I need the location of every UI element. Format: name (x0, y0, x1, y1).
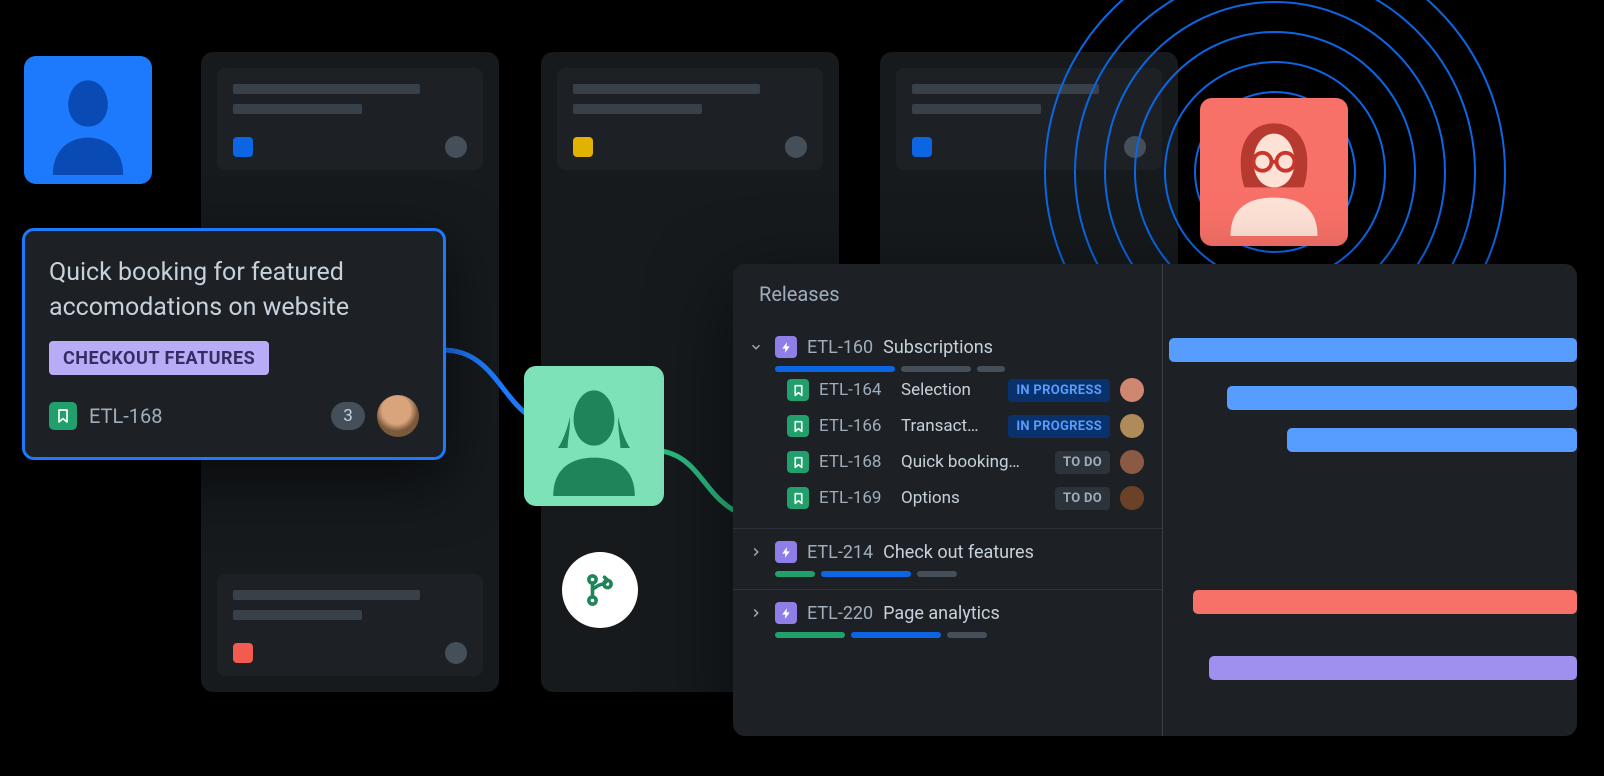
assignee-placeholder (785, 136, 807, 158)
issue-label[interactable]: CHECKOUT FEATURES (49, 341, 269, 375)
releases-panel: Releases ETL-160 Subscriptions ETL-164 Sele… (733, 264, 1577, 736)
assignee-avatar[interactable] (1120, 450, 1144, 474)
story-icon (787, 379, 809, 401)
issue-name: Quick booking… (901, 452, 1045, 472)
issue-key[interactable]: ETL-168 (89, 404, 163, 428)
epic-icon (775, 541, 797, 563)
epic-row[interactable]: ETL-160 Subscriptions ETL-164 Selection IN P… (733, 324, 1162, 528)
gantt-bar[interactable] (1287, 428, 1577, 452)
progress-bar (775, 571, 1144, 577)
assignee-avatar[interactable] (1120, 414, 1144, 438)
epic-name: Subscriptions (883, 337, 993, 358)
story-icon (787, 487, 809, 509)
gantt-bar[interactable] (1193, 590, 1577, 614)
gantt-chart[interactable] (1163, 264, 1577, 736)
gantt-bar[interactable] (1209, 656, 1577, 680)
avatar (524, 366, 664, 506)
avatar (24, 56, 152, 184)
issue-row[interactable]: ETL-166 Transact… IN PROGRESS (747, 408, 1144, 444)
issue-row[interactable]: ETL-164 Selection IN PROGRESS (747, 372, 1144, 408)
issue-name: Transact… (901, 416, 998, 436)
priority-chip (233, 643, 253, 663)
board-card[interactable] (217, 574, 483, 676)
chevron-down-icon[interactable] (747, 338, 765, 356)
chevron-right-icon[interactable] (747, 604, 765, 622)
assignee-placeholder (445, 642, 467, 664)
board-card[interactable] (557, 68, 823, 170)
epic-icon (775, 336, 797, 358)
issue-title: Quick booking for featured accomodations… (49, 255, 419, 325)
status-badge: TO DO (1055, 451, 1110, 474)
story-icon (787, 415, 809, 437)
gantt-bar[interactable] (1227, 386, 1577, 410)
git-icon (562, 552, 638, 628)
epic-key: ETL-220 (807, 603, 873, 624)
epic-key: ETL-214 (807, 542, 873, 563)
epic-icon (775, 602, 797, 624)
assignee-avatar[interactable] (377, 395, 419, 437)
epic-name: Check out features (883, 542, 1034, 563)
priority-chip (233, 137, 253, 157)
epic-row[interactable]: ETL-214 Check out features (733, 528, 1162, 589)
priority-chip (573, 137, 593, 157)
status-badge: TO DO (1055, 487, 1110, 510)
board-card[interactable] (217, 68, 483, 170)
releases-title: Releases (733, 264, 1162, 324)
epic-name: Page analytics (883, 603, 1000, 624)
progress-bar (775, 632, 1144, 638)
epic-row[interactable]: ETL-220 Page analytics (733, 589, 1162, 650)
issue-key: ETL-169 (819, 488, 891, 508)
story-icon (49, 402, 77, 430)
issue-card[interactable]: Quick booking for featured accomodations… (22, 228, 446, 460)
assignee-avatar[interactable] (1120, 378, 1144, 402)
story-icon (787, 451, 809, 473)
gantt-bar[interactable] (1169, 338, 1577, 362)
issue-key: ETL-164 (819, 380, 891, 400)
avatar (1200, 98, 1348, 246)
issue-row[interactable]: ETL-169 Options TO DO (747, 480, 1144, 516)
issue-row[interactable]: ETL-168 Quick booking… TO DO (747, 444, 1144, 480)
chevron-right-icon[interactable] (747, 543, 765, 561)
issue-key: ETL-168 (819, 452, 891, 472)
epic-key: ETL-160 (807, 337, 873, 358)
issue-name: Options (901, 488, 1045, 508)
status-badge: IN PROGRESS (1008, 415, 1110, 438)
subtask-count: 3 (331, 402, 365, 430)
issue-key: ETL-166 (819, 416, 891, 436)
assignee-placeholder (445, 136, 467, 158)
priority-chip (912, 137, 932, 157)
assignee-avatar[interactable] (1120, 486, 1144, 510)
issue-name: Selection (901, 380, 998, 400)
status-badge: IN PROGRESS (1008, 379, 1110, 402)
